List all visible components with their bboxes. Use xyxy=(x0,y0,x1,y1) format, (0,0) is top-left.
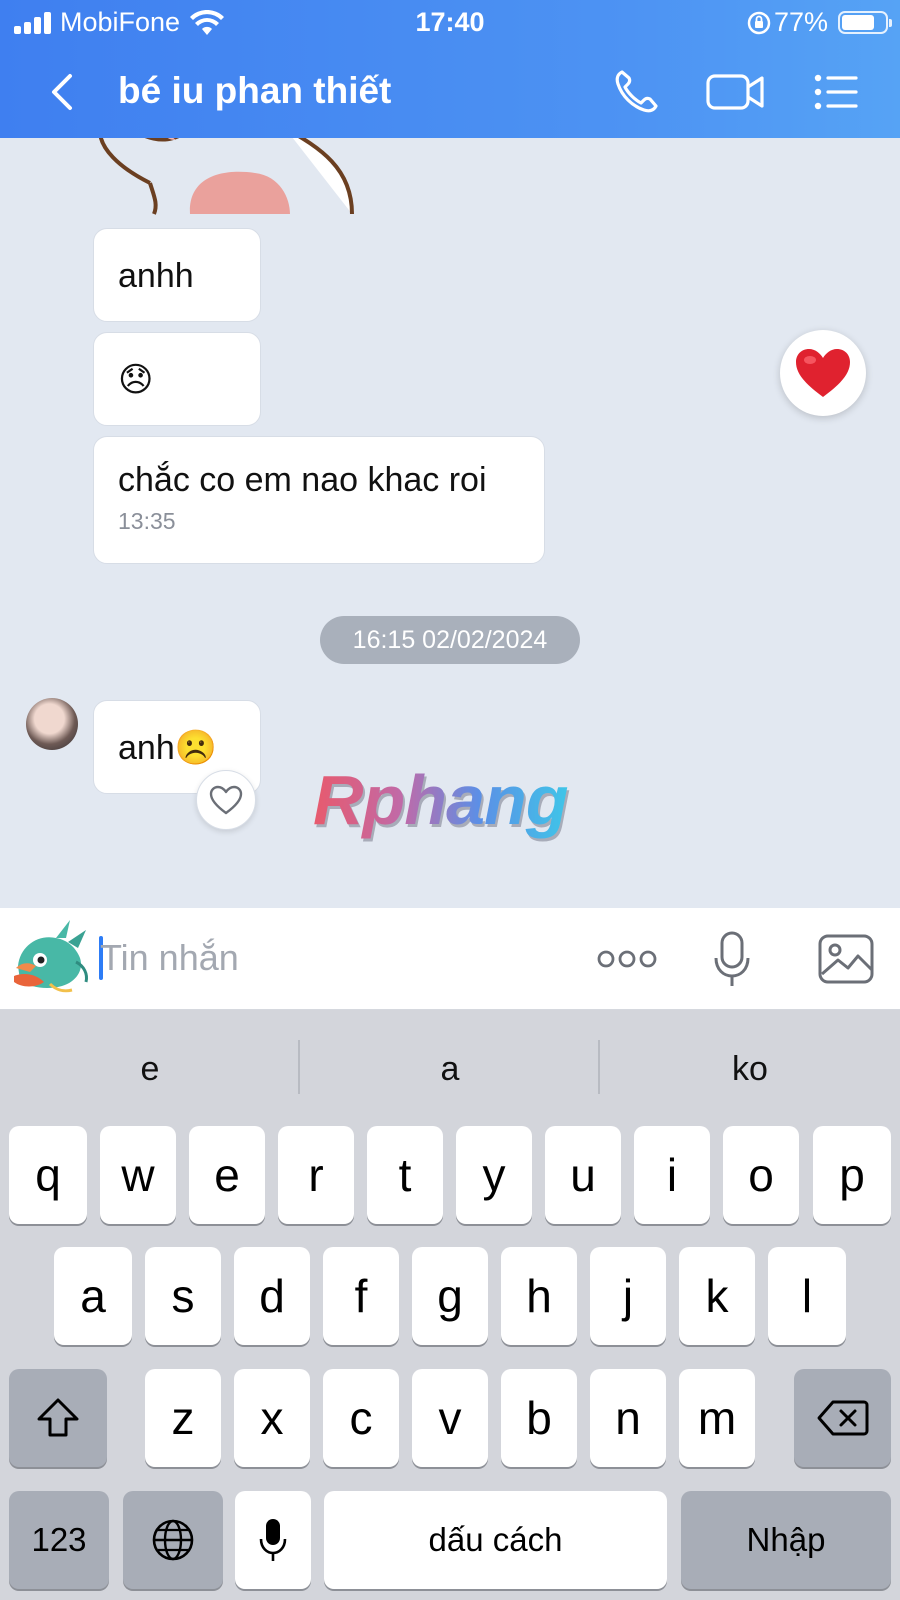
shift-key[interactable] xyxy=(9,1369,107,1467)
red-heart-icon xyxy=(796,349,850,397)
key-s[interactable]: s xyxy=(145,1247,221,1345)
more-options-button[interactable] xyxy=(596,930,658,988)
key-j[interactable]: j xyxy=(590,1247,666,1345)
chevron-left-icon xyxy=(52,74,72,110)
image-picker-button[interactable] xyxy=(818,930,874,988)
heart-reaction-badge[interactable] xyxy=(780,330,866,416)
bunny-sticker-image[interactable] xyxy=(90,138,370,218)
globe-icon xyxy=(152,1519,194,1561)
list-menu-icon xyxy=(814,74,858,110)
dictation-key[interactable] xyxy=(235,1491,311,1589)
key-q[interactable]: q xyxy=(9,1126,87,1224)
nav-bar: bé iu phan thiết xyxy=(0,46,900,138)
date-divider: 16:15 02/02/2024 xyxy=(320,616,580,664)
key-p[interactable]: p xyxy=(813,1126,891,1224)
contact-avatar[interactable] xyxy=(26,698,78,750)
key-w[interactable]: w xyxy=(100,1126,176,1224)
key-y[interactable]: y xyxy=(456,1126,532,1224)
key-g[interactable]: g xyxy=(412,1247,488,1345)
key-h[interactable]: h xyxy=(501,1247,577,1345)
status-bar: MobiFone 17:40 77% xyxy=(0,0,900,46)
message-bubble[interactable]: anhh xyxy=(93,228,261,322)
key-c[interactable]: c xyxy=(323,1369,399,1467)
key-l[interactable]: l xyxy=(768,1247,846,1345)
key-m[interactable]: m xyxy=(679,1369,755,1467)
microphone-icon xyxy=(714,931,750,986)
back-button[interactable] xyxy=(38,64,88,120)
key-a[interactable]: a xyxy=(54,1247,132,1345)
shift-arrow-icon xyxy=(37,1398,79,1437)
key-f[interactable]: f xyxy=(323,1247,399,1345)
battery-icon xyxy=(838,11,892,34)
backspace-key[interactable] xyxy=(794,1369,891,1467)
chat-options-button[interactable] xyxy=(810,64,870,120)
message-bubble[interactable]: chắc co em nao khac roi 13:35 xyxy=(93,436,545,564)
key-u[interactable]: u xyxy=(545,1126,621,1224)
message-text: chắc co em nao khac roi xyxy=(118,461,487,499)
heart-outline-icon xyxy=(209,785,243,815)
suggestion-item[interactable]: ko xyxy=(600,1010,900,1128)
key-n[interactable]: n xyxy=(590,1369,666,1467)
message-input[interactable] xyxy=(100,930,560,986)
video-camera-icon xyxy=(706,74,764,110)
space-key[interactable]: dấu cách xyxy=(324,1491,667,1589)
key-v[interactable]: v xyxy=(412,1369,488,1467)
suggestion-item[interactable]: e xyxy=(0,1010,300,1128)
message-timestamp: 13:35 xyxy=(118,508,176,534)
globe-key[interactable] xyxy=(123,1491,223,1589)
image-gallery-icon xyxy=(818,934,874,984)
voice-call-button[interactable] xyxy=(604,64,664,120)
key-b[interactable]: b xyxy=(501,1369,577,1467)
orientation-lock-icon xyxy=(747,11,771,35)
phone-icon xyxy=(615,70,658,113)
suggestion-item[interactable]: a xyxy=(300,1010,600,1128)
key-z[interactable]: z xyxy=(145,1369,221,1467)
key-x[interactable]: x xyxy=(234,1369,310,1467)
key-t[interactable]: t xyxy=(367,1126,443,1224)
voice-record-button[interactable] xyxy=(710,930,754,988)
return-key[interactable]: Nhập xyxy=(681,1491,891,1589)
message-text: 😞 xyxy=(118,361,154,399)
chat-title[interactable]: bé iu phan thiết xyxy=(118,70,391,112)
key-i[interactable]: i xyxy=(634,1126,710,1224)
dragon-sticker-icon xyxy=(14,920,88,993)
key-r[interactable]: r xyxy=(278,1126,354,1224)
sticker-button[interactable] xyxy=(10,916,92,1000)
chat-header: MobiFone 17:40 77% bé iu phan thiết xyxy=(0,0,900,138)
key-k[interactable]: k xyxy=(679,1247,755,1345)
key-e[interactable]: e xyxy=(189,1126,265,1224)
numbers-key[interactable]: 123 xyxy=(9,1491,109,1589)
message-bubble[interactable]: 😞 xyxy=(93,332,261,426)
watermark-logo: Rphang xyxy=(313,761,569,839)
microphone-icon xyxy=(259,1519,287,1561)
message-list[interactable]: anhh 😞 chắc co em nao khac roi 13:35 16:… xyxy=(0,138,900,908)
key-o[interactable]: o xyxy=(723,1126,799,1224)
message-text: anhh xyxy=(118,257,194,295)
key-d[interactable]: d xyxy=(234,1247,310,1345)
keyboard: e a ko q w e r t y u i o p a s d f g h j… xyxy=(0,1010,900,1600)
battery-percent: 77% xyxy=(773,7,828,37)
backspace-icon xyxy=(817,1400,868,1436)
react-like-button[interactable] xyxy=(196,770,256,830)
more-dots-icon xyxy=(597,950,657,968)
video-call-button[interactable] xyxy=(704,64,770,120)
message-composer xyxy=(0,908,900,1010)
